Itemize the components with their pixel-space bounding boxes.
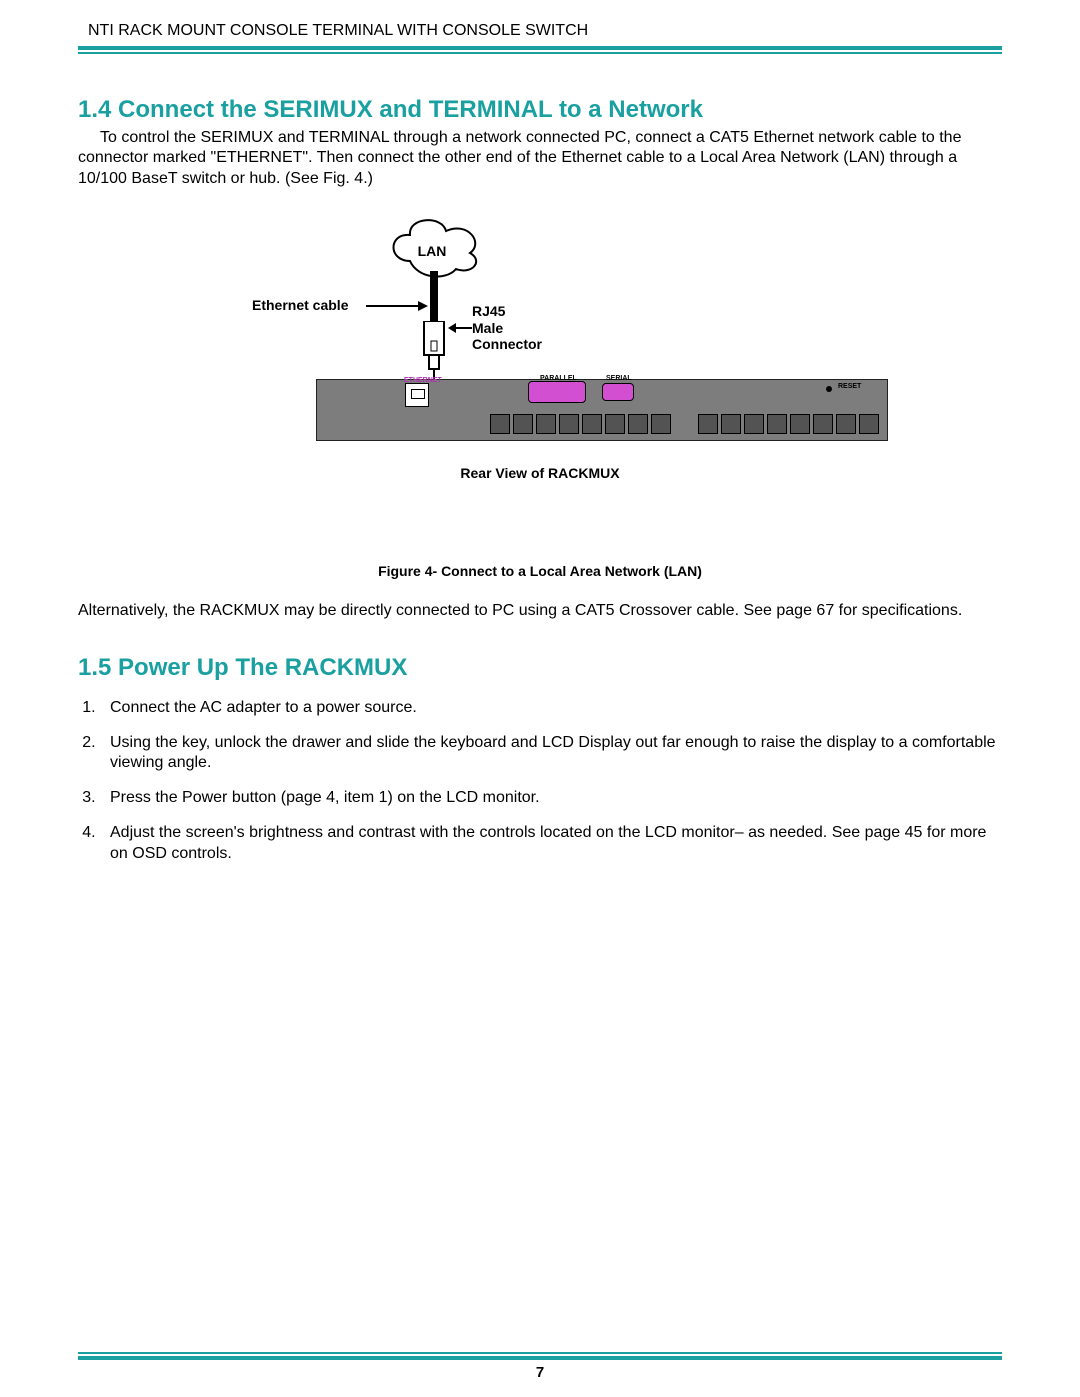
serial-port-icon — [602, 383, 634, 401]
rj45-label-1: RJ45 — [472, 303, 505, 319]
arrow-icon — [366, 299, 428, 318]
serial-port — [721, 414, 741, 434]
serial-port — [790, 414, 810, 434]
reset-text: RESET — [838, 383, 861, 390]
rear-view-caption: Rear View of RACKMUX — [190, 465, 890, 481]
serial-port — [767, 414, 787, 434]
section-1-5-heading: 1.5 Power Up The RACKMUX — [78, 654, 1002, 682]
serial-port — [513, 414, 533, 434]
rj45-connector-icon — [418, 321, 450, 381]
rj45-label-3: Connector — [472, 336, 542, 352]
serial-port-text: SERIAL — [606, 375, 632, 382]
port-group-4 — [790, 414, 879, 434]
power-up-steps: Connect the AC adapter to a power source… — [78, 698, 1002, 865]
serial-port — [582, 414, 602, 434]
figure-4: LAN Ethernet cable RJ45 Male Connector — [190, 211, 890, 521]
section-1-4-body: To control the SERIMUX and TERMINAL thro… — [78, 128, 1002, 189]
step-2: Using the key, unlock the drawer and sli… — [100, 733, 1002, 775]
serial-port — [836, 414, 856, 434]
section-1-4-heading: 1.4 Connect the SERIMUX and TERMINAL to … — [78, 96, 1002, 124]
serial-port — [605, 414, 625, 434]
footer-rule-bottom — [78, 1356, 1002, 1360]
port-group-1 — [490, 414, 579, 434]
ethernet-port-icon — [405, 383, 429, 407]
serial-port — [859, 414, 879, 434]
serial-port — [536, 414, 556, 434]
header-rule-bottom — [78, 52, 1002, 54]
port-group-2 — [582, 414, 671, 434]
ethernet-cable-icon — [430, 271, 438, 325]
running-header: NTI RACK MOUNT CONSOLE TERMINAL WITH CON… — [88, 22, 1002, 40]
serial-port — [490, 414, 510, 434]
rj45-label: RJ45 Male Connector — [472, 303, 542, 351]
serial-port — [628, 414, 648, 434]
serial-port — [698, 414, 718, 434]
footer-rule-top — [78, 1352, 1002, 1354]
port-group-3 — [698, 414, 787, 434]
page-number: 7 — [78, 1364, 1002, 1381]
parallel-port-icon — [528, 381, 586, 403]
rj45-label-2: Male — [472, 320, 503, 336]
section-1-4-alt: Alternatively, the RACKMUX may be direct… — [78, 601, 1002, 621]
figure-4-caption: Figure 4- Connect to a Local Area Networ… — [78, 563, 1002, 579]
step-3: Press the Power button (page 4, item 1) … — [100, 788, 1002, 809]
step-1: Connect the AC adapter to a power source… — [100, 698, 1002, 719]
header-rule-top — [78, 46, 1002, 50]
serial-port — [744, 414, 764, 434]
parallel-port-text: PARALLEL — [540, 375, 577, 382]
page-footer: 7 — [78, 1352, 1002, 1381]
ethernet-cable-label: Ethernet cable — [252, 297, 348, 313]
serial-port — [813, 414, 833, 434]
lan-label: LAN — [408, 243, 456, 259]
step-4: Adjust the screen's brightness and contr… — [100, 823, 1002, 865]
ethernet-port-text: ETHERNET — [404, 377, 442, 384]
serial-port — [651, 414, 671, 434]
serial-port — [559, 414, 579, 434]
arrow-icon — [448, 321, 472, 340]
